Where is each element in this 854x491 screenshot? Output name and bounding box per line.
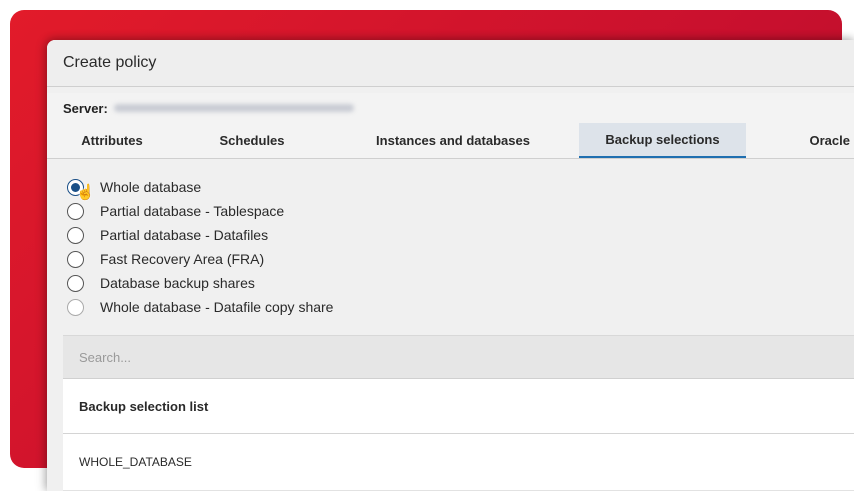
- backup-selection-options: ☝ Whole database Partial database - Tabl…: [47, 159, 854, 319]
- option-label: Partial database - Datafiles: [100, 227, 269, 243]
- list-item[interactable]: WHOLE_DATABASE: [63, 434, 854, 491]
- radio-fast-recovery-area[interactable]: [67, 250, 84, 268]
- tab-attributes[interactable]: Attributes: [47, 123, 177, 158]
- tab-bar: Attributes Schedules Instances and datab…: [47, 123, 854, 159]
- server-row: Server:: [47, 93, 854, 123]
- tab-instances-and-databases[interactable]: Instances and databases: [327, 123, 579, 158]
- option-label: Whole database: [100, 179, 202, 195]
- option-label: Partial database - Tablespace: [100, 203, 285, 219]
- option-partial-database-datafiles[interactable]: Partial database - Datafiles: [67, 223, 854, 247]
- radio-partial-database-tablespace[interactable]: [67, 202, 84, 220]
- server-name-redacted: [113, 104, 354, 112]
- radio-database-backup-shares[interactable]: [67, 274, 84, 292]
- hand-pointer-icon: ☝: [76, 183, 95, 201]
- radio-whole-database[interactable]: ☝: [67, 178, 95, 200]
- backup-selection-list-header: Backup selection list: [63, 379, 854, 434]
- create-policy-dialog: Create policy Server: Attributes Schedul…: [47, 40, 854, 491]
- option-fast-recovery-area[interactable]: Fast Recovery Area (FRA): [67, 247, 854, 271]
- dialog-title: Create policy: [63, 54, 157, 71]
- list-item-label: WHOLE_DATABASE: [79, 455, 192, 469]
- option-whole-database-datafile-copy-share[interactable]: Whole database - Datafile copy share: [67, 295, 854, 319]
- option-label: Whole database - Datafile copy share: [100, 299, 334, 315]
- server-label: Server:: [63, 100, 108, 116]
- radio-partial-database-datafiles[interactable]: [67, 226, 84, 244]
- dialog-titlebar: Create policy: [47, 40, 854, 87]
- tab-backup-selections[interactable]: Backup selections: [579, 123, 746, 158]
- tab-schedules[interactable]: Schedules: [177, 123, 327, 158]
- radio-whole-database-datafile-copy-share[interactable]: [67, 298, 84, 316]
- option-label: Database backup shares: [100, 275, 255, 291]
- option-whole-database[interactable]: ☝ Whole database: [67, 175, 854, 200]
- option-database-backup-shares[interactable]: Database backup shares: [67, 271, 854, 295]
- search-input[interactable]: [63, 348, 854, 366]
- search-bar: [63, 335, 854, 379]
- option-partial-database-tablespace[interactable]: Partial database - Tablespace: [67, 199, 854, 223]
- option-label: Fast Recovery Area (FRA): [100, 251, 265, 267]
- tab-oracle[interactable]: Oracle: [746, 123, 854, 158]
